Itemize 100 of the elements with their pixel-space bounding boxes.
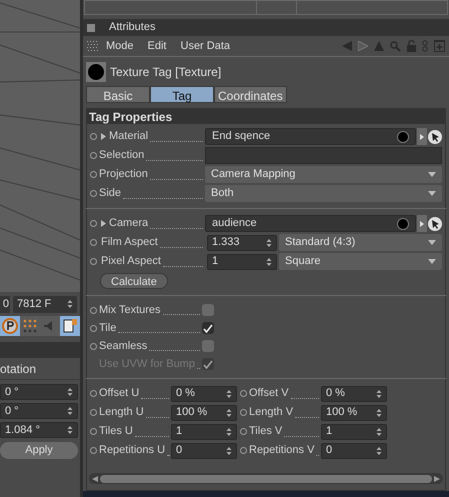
field-label: Tile (99, 320, 116, 336)
spinner-arrows-icon[interactable] (67, 406, 73, 416)
dropdown[interactable]: Standard (4:3) (279, 234, 442, 251)
number-field[interactable]: 100 % (321, 404, 387, 420)
spinner-arrows-icon[interactable] (67, 425, 73, 435)
link-menu-button[interactable] (417, 215, 427, 232)
field-label: Seamless (99, 338, 148, 354)
material-preview-icon (397, 218, 409, 230)
link-field[interactable]: audience (205, 215, 416, 232)
unlocked-lock-icon[interactable] (407, 40, 416, 52)
p-circle-icon[interactable] (0, 316, 20, 336)
field-label: Projection (99, 167, 148, 182)
field-label: Length V (249, 405, 294, 420)
spinner-arrows-icon[interactable] (226, 426, 232, 436)
field-label: Pixel Aspect (101, 254, 161, 270)
selection-field[interactable] (205, 147, 442, 164)
play-arrow-icon (420, 220, 424, 226)
tab[interactable]: Basic (86, 86, 150, 103)
checkbox[interactable] (202, 322, 214, 334)
spinner-arrows-icon[interactable] (376, 388, 382, 398)
field-label: Tiles U (99, 424, 133, 440)
number-field[interactable]: 100 % (171, 404, 237, 420)
dropdown-caret-icon (428, 191, 436, 196)
section-header: Tag Properties (87, 109, 445, 124)
field-label: Mix Textures (99, 302, 161, 318)
search-icon[interactable] (390, 40, 401, 52)
play-arrow-icon (420, 134, 424, 140)
number-field[interactable]: 0 (321, 442, 387, 458)
apply-button[interactable]: Apply (0, 442, 78, 459)
panel-handle-icon (87, 24, 95, 32)
number-field[interactable]: 0 ° (0, 384, 78, 400)
menu-item[interactable]: Edit (148, 38, 166, 54)
spinner-arrows-icon[interactable] (376, 408, 382, 418)
link-field[interactable]: End sqence (205, 128, 416, 145)
dropdown-caret-icon (428, 172, 436, 177)
dropdown-caret-icon (428, 259, 436, 264)
menu-item[interactable]: Mode (106, 38, 134, 54)
field-label: Repetitions U (99, 443, 166, 458)
number-field[interactable]: 0 % (321, 386, 387, 402)
section-title: otation (0, 360, 36, 378)
number-field[interactable]: 1 (207, 254, 277, 270)
field-label: Tiles V (249, 424, 282, 440)
back-arrow-icon[interactable] (342, 41, 352, 51)
field-label: Offset U (99, 386, 140, 402)
spinner-arrows-icon[interactable] (376, 426, 382, 436)
dropdown[interactable]: Camera Mapping (205, 166, 442, 183)
texture-sphere-icon (86, 62, 106, 82)
scroll-right-icon[interactable] (434, 476, 440, 482)
link-menu-button[interactable] (417, 128, 427, 145)
checkbox[interactable] (202, 304, 214, 316)
field-label: Offset V (249, 386, 289, 402)
forward-arrow-icon[interactable] (358, 41, 368, 51)
dropdown[interactable]: Square (279, 253, 442, 270)
number-field[interactable]: 0 (171, 442, 237, 458)
pick-cursor-icon[interactable] (428, 216, 442, 230)
field-label: Length U (99, 405, 144, 420)
field-label: Camera (109, 216, 148, 232)
two-circles-icon[interactable] (422, 40, 428, 52)
start-frame-field[interactable]: 0 (0, 296, 10, 312)
up-arrow-icon[interactable] (374, 41, 384, 51)
number-field[interactable]: 1 (321, 424, 387, 440)
field-label: Repetitions V (249, 443, 314, 458)
checkbox[interactable] (202, 340, 214, 352)
tab[interactable]: Coordinates (214, 86, 287, 103)
expand-arrow-icon[interactable] (101, 133, 107, 140)
number-field[interactable]: 0 ° (0, 403, 78, 419)
spinner-arrows-icon[interactable] (266, 238, 272, 248)
number-field[interactable]: 0 % (171, 386, 237, 402)
panel-title: Attributes (109, 20, 156, 36)
field-label: Selection (99, 148, 144, 164)
spinner-arrows-icon[interactable] (226, 408, 232, 418)
object-title: Texture Tag [Texture] (110, 64, 222, 80)
number-field[interactable]: 1 (171, 424, 237, 440)
number-field[interactable]: 1.084 ° (0, 422, 78, 438)
spinner-arrows-icon[interactable] (226, 446, 232, 456)
spinner-arrows-icon[interactable] (67, 387, 73, 397)
horizontal-scrollbar[interactable] (89, 473, 443, 484)
calculate-button[interactable]: Calculate (100, 272, 168, 288)
field-label: Material (109, 129, 148, 144)
spinner-arrows-icon[interactable] (67, 299, 73, 309)
spinner-arrows-icon[interactable] (266, 256, 272, 266)
field-label: Side (99, 186, 122, 202)
checkmark-icon (203, 360, 213, 368)
end-frame-field[interactable]: 7812 F (13, 296, 77, 312)
expand-arrow-icon[interactable] (101, 220, 107, 227)
menu-item[interactable]: User Data (180, 38, 230, 54)
scroll-left-icon[interactable] (92, 476, 98, 482)
new-panel-icon[interactable] (434, 40, 445, 52)
dropdown[interactable]: Both (205, 185, 442, 202)
spinner-arrows-icon[interactable] (226, 388, 232, 398)
document-icon[interactable] (60, 316, 80, 336)
scroll-thumb[interactable] (100, 474, 432, 482)
field-label: Film Aspect (101, 235, 158, 250)
number-field[interactable]: 1.333 (207, 234, 277, 250)
checkmark-icon (203, 324, 213, 332)
spinner-arrows-icon[interactable] (376, 446, 382, 456)
pick-cursor-icon[interactable] (428, 130, 442, 144)
material-preview-icon (397, 130, 409, 142)
tab[interactable]: Tag (150, 86, 214, 103)
dropdown-caret-icon (428, 240, 436, 245)
